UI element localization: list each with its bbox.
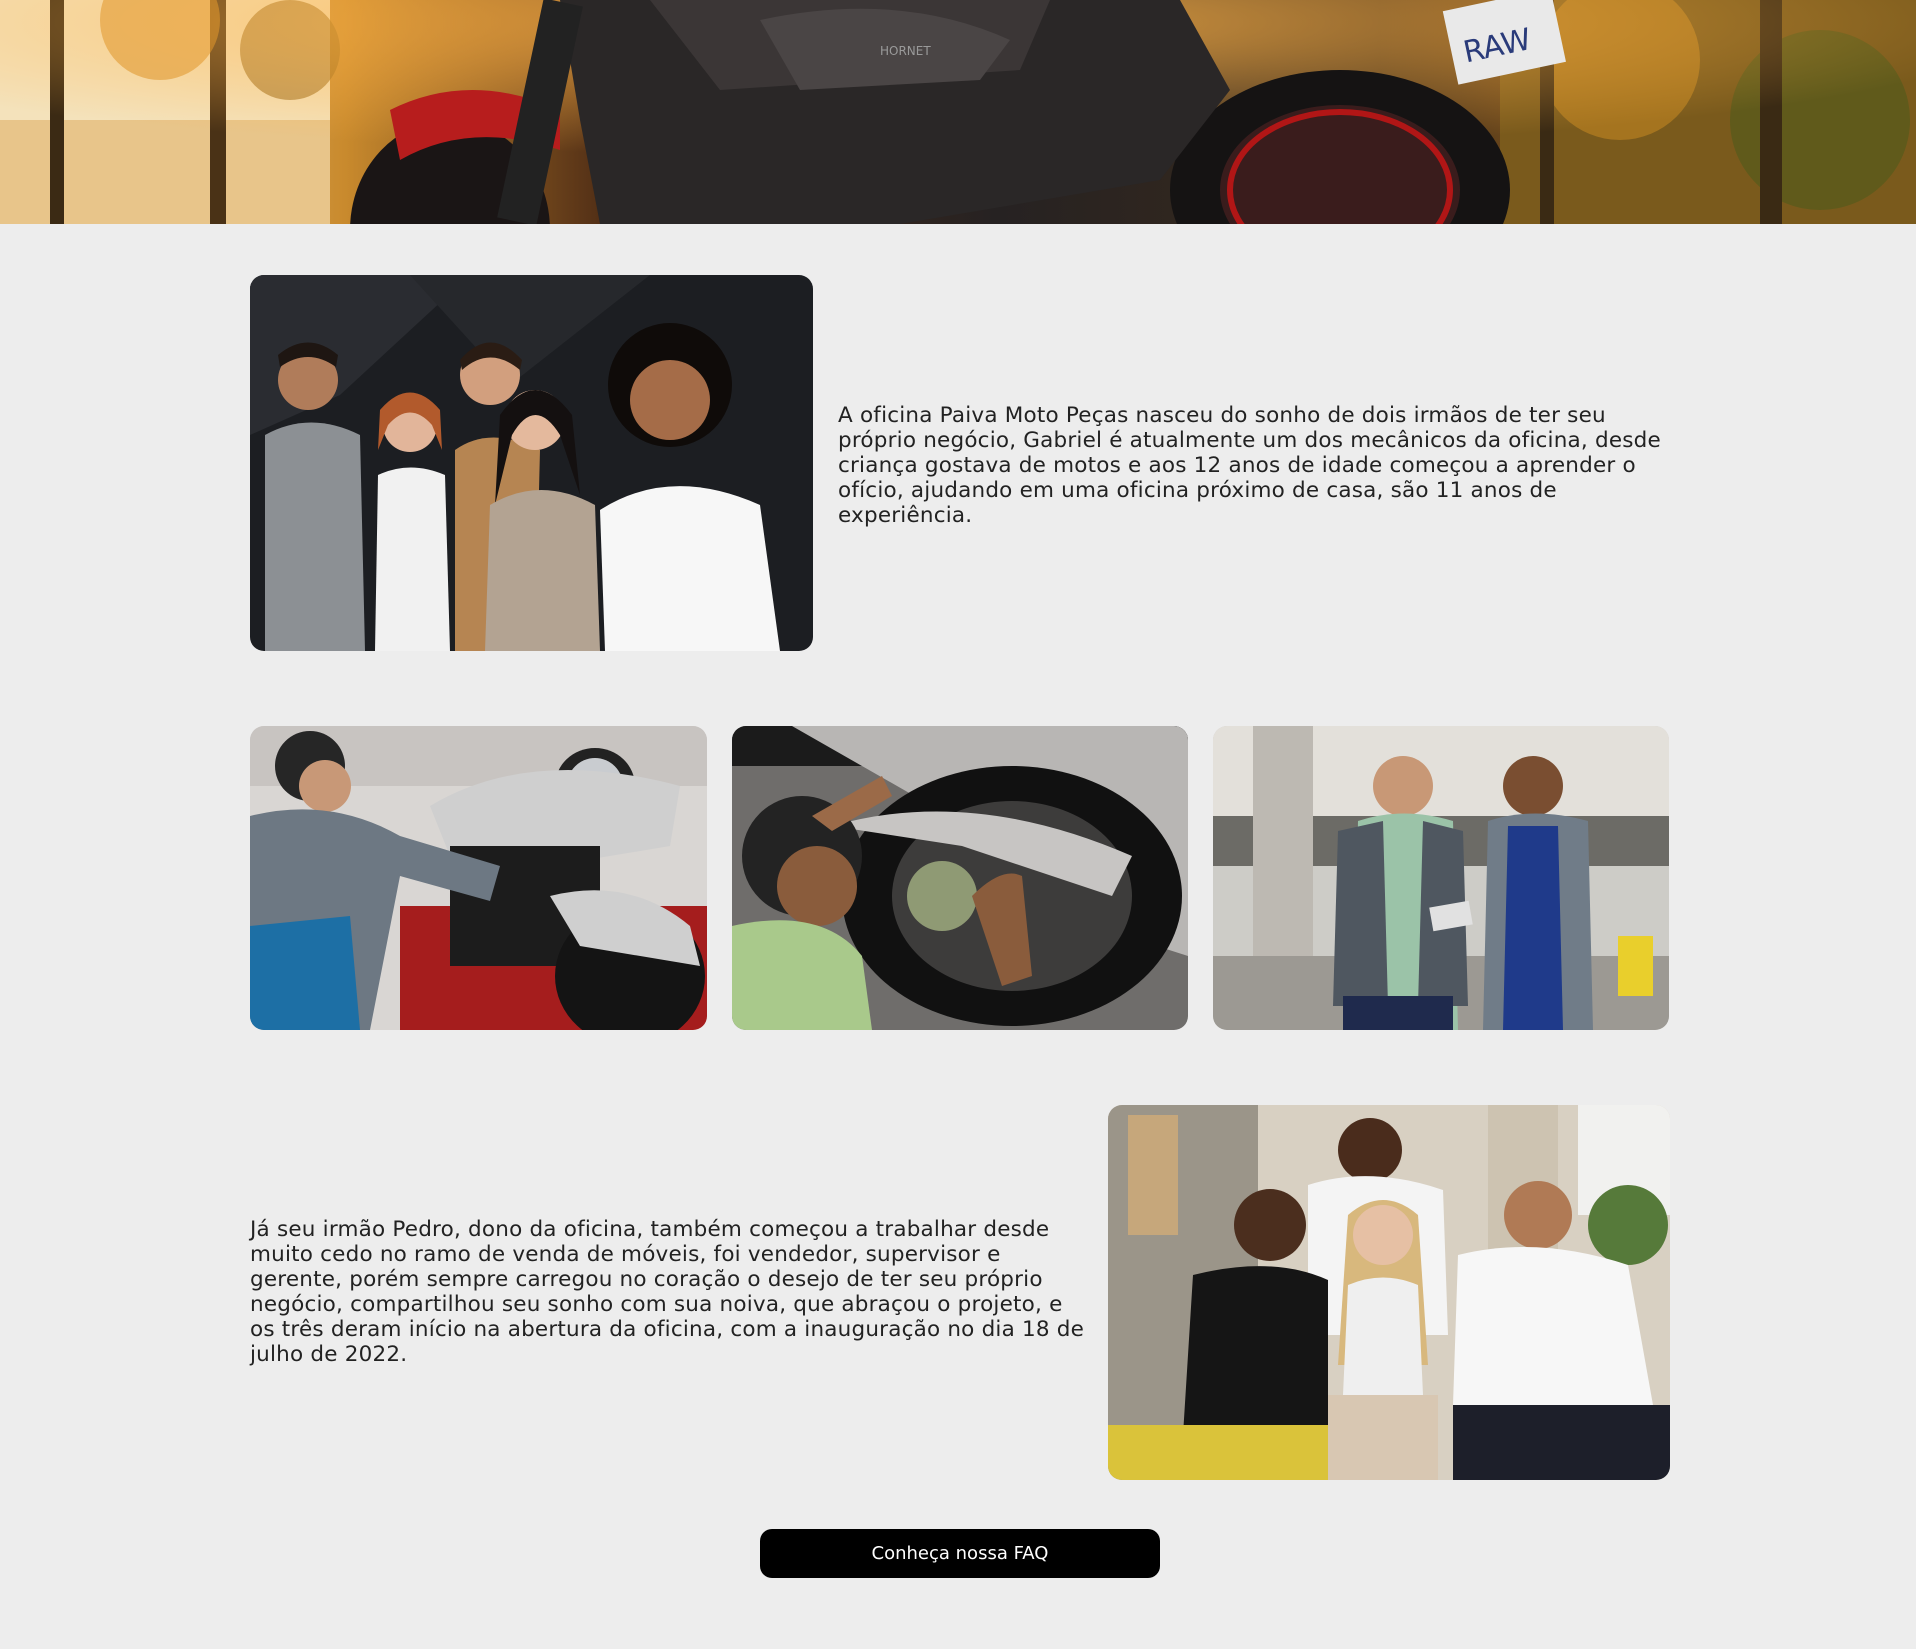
hero-brand-text: HORNET: [880, 44, 931, 58]
mechanic-fixing-wheel-photo: [732, 726, 1188, 1030]
hero-banner: HORNET RAW: [0, 0, 1916, 224]
mechanic-working-on-motorcycle-photo: [250, 726, 707, 1030]
team-group-photo: [250, 275, 813, 651]
two-mechanics-smiling-photo: [1213, 726, 1669, 1030]
intro-text: A oficina Paiva Moto Peças nasceu do son…: [838, 403, 1661, 528]
motorcycle-hero-image: HORNET RAW: [0, 0, 1916, 224]
faq-button[interactable]: Conheça nossa FAQ: [760, 1529, 1160, 1578]
friends-group-photo: [1108, 1105, 1670, 1480]
story-text: Já seu irmão Pedro, dono da oficina, tam…: [250, 1217, 1085, 1367]
